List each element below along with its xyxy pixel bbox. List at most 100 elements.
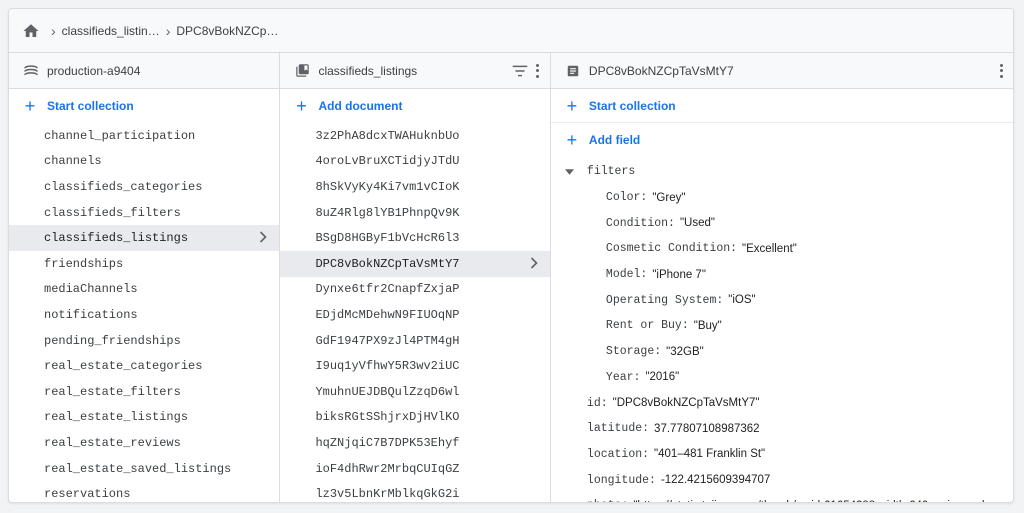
- root-panel: production-a9404 + Start collection chan…: [9, 53, 281, 502]
- document-item-label: I9uq1yVfhwY5R3wv2iUC: [315, 359, 460, 374]
- collection-item[interactable]: real_estate_saved_listings: [9, 456, 279, 482]
- field-row[interactable]: Operating System: "iOS": [551, 287, 1013, 313]
- document-item[interactable]: BSgD8HGByF1bVcHcR6l3: [280, 225, 549, 251]
- field-row[interactable]: latitude: 37.77807108987362: [551, 416, 1013, 442]
- document-item-label: 8uZ4Rlg8lYB1PhnpQv9K: [315, 205, 460, 220]
- field-key: Condition:: [605, 216, 675, 230]
- database-icon: [23, 63, 39, 79]
- document-item[interactable]: hqZNjqiC7B7DPK53Ehyf: [280, 430, 549, 456]
- collection-item-label: real_estate_categories: [44, 359, 203, 374]
- breadcrumb-document[interactable]: DPC8vBokNZCp…: [176, 24, 278, 38]
- field-row[interactable]: Condition: "Used": [551, 210, 1013, 236]
- collection-item[interactable]: pending_friendships: [9, 328, 279, 354]
- map-field-children: Color: "Grey" Condition: "Used" Cosmetic Con…: [551, 185, 1013, 391]
- collection-item[interactable]: real_estate_categories: [9, 353, 279, 379]
- field-row[interactable]: Storage: "32GB": [551, 339, 1013, 365]
- collection-item[interactable]: channels: [9, 149, 279, 175]
- plus-icon: +: [566, 95, 578, 116]
- breadcrumb: › classifieds_listin… › DPC8vBokNZCp…: [9, 9, 1013, 53]
- map-field-filters[interactable]: filters: [551, 159, 1013, 185]
- field-value: "Excellent": [742, 242, 797, 255]
- field-row[interactable]: longitude: -122.4215609394707: [551, 467, 1013, 493]
- field-value: "iOS": [728, 294, 756, 307]
- field-key: Model:: [605, 268, 648, 282]
- field-row[interactable]: location: "401–481 Franklin St": [551, 442, 1013, 468]
- more-vert-icon[interactable]: [536, 63, 540, 78]
- document-item[interactable]: GdF1947PX9zJl4PTM4gH: [280, 328, 549, 354]
- filter-icon[interactable]: [512, 64, 528, 78]
- chevron-right-icon: [259, 231, 268, 247]
- field-key: filters: [586, 165, 636, 179]
- document-item[interactable]: I9uq1yVfhwY5R3wv2iUC: [280, 353, 549, 379]
- collection-item-label: reservations: [44, 487, 131, 502]
- collection-panel-header: classifieds_listings: [280, 53, 550, 89]
- collection-item[interactable]: classifieds_filters: [9, 200, 279, 226]
- collection-item[interactable]: notifications: [9, 302, 279, 328]
- add-field-button[interactable]: + Add field: [551, 123, 1013, 157]
- collection-item[interactable]: classifieds_categories: [9, 174, 279, 200]
- collection-item-label: channel_participation: [44, 128, 196, 143]
- collection-panel: classifieds_listings + Add document 3z2P…: [280, 53, 551, 502]
- field-row[interactable]: id: "DPC8vBokNZCpTaVsMtY7": [551, 390, 1013, 416]
- collection-item[interactable]: reservations: [9, 481, 279, 502]
- caret-down-icon[interactable]: [565, 169, 575, 175]
- home-icon[interactable]: [21, 21, 41, 41]
- more-vert-icon[interactable]: [999, 63, 1003, 78]
- collection-list: channel_participation channels classifieds…: [9, 123, 280, 502]
- start-collection-label: Start collection: [47, 99, 134, 113]
- collection-item[interactable]: real_estate_reviews: [9, 430, 279, 456]
- plus-icon: +: [566, 130, 578, 150]
- document-item[interactable]: DPC8vBokNZCpTaVsMtY7: [280, 250, 550, 277]
- document-item[interactable]: ioF4dhRwr2MrbqCUIqGZ: [280, 456, 549, 482]
- field-value: "Grey": [652, 191, 686, 204]
- chevron-right-icon: ›: [165, 22, 171, 39]
- chevron-right-icon: ›: [51, 22, 56, 39]
- field-row[interactable]: Rent or Buy: "Buy": [551, 313, 1013, 339]
- document-item[interactable]: 3z2PhA8dcxTWAHuknbUo: [280, 123, 549, 149]
- document-item-label: GdF1947PX9zJl4PTM4gH: [315, 333, 460, 348]
- field-key: location:: [586, 447, 650, 461]
- document-item[interactable]: 8hSkVyKy4Ki7vm1vCIoK: [280, 174, 549, 200]
- collection-item[interactable]: friendships: [9, 251, 279, 277]
- field-row[interactable]: photo: "https://static.tojimg.com/thumb/m…: [551, 493, 1013, 502]
- document-item[interactable]: 8uZ4Rlg8lYB1PhnpQv9K: [280, 200, 549, 226]
- collection-item[interactable]: channel_participation: [9, 123, 279, 149]
- field-row[interactable]: Model: "iPhone 7": [551, 262, 1013, 288]
- document-item-label: lz3v5LbnKrMblkqGkG2i: [315, 487, 460, 502]
- plus-icon: +: [296, 96, 307, 116]
- field-key: Operating System:: [605, 293, 724, 307]
- document-item[interactable]: biksRGtSShjrxDjHVlKO: [280, 405, 549, 431]
- start-subcollection-button[interactable]: + Start collection: [550, 89, 1013, 123]
- collection-item[interactable]: mediaChannels: [9, 277, 279, 303]
- chevron-right-icon: [530, 257, 538, 273]
- document-item-label: Dynxe6tfr2CnapfZxjaP: [315, 282, 460, 297]
- collection-icon: [294, 63, 310, 79]
- field-row[interactable]: Color: "Grey": [551, 185, 1013, 211]
- document-title: DPC8vBokNZCpTaVsMtY7: [588, 63, 734, 78]
- collection-item-label: pending_friendships: [44, 333, 181, 348]
- document-item-label: BSgD8HGByF1bVcHcR6l3: [315, 231, 460, 246]
- document-item[interactable]: Dynxe6tfr2CnapfZxjaP: [280, 277, 549, 303]
- breadcrumb-collection[interactable]: classifieds_listin…: [62, 24, 160, 38]
- document-item[interactable]: YmuhnUEJDBQulZzqD6wl: [280, 379, 549, 405]
- document-panel: DPC8vBokNZCpTaVsMtY7 + Start collection …: [550, 53, 1013, 502]
- collection-item[interactable]: classifieds_listings: [9, 225, 280, 251]
- top-level-fields: id: "DPC8vBokNZCpTaVsMtY7" latitude: 37.778…: [551, 390, 1013, 502]
- add-document-button[interactable]: + Add document: [280, 89, 549, 123]
- start-collection-button[interactable]: + Start collection: [9, 89, 279, 123]
- field-value: "DPC8vBokNZCpTaVsMtY7": [612, 397, 760, 410]
- collection-item[interactable]: real_estate_listings: [9, 405, 279, 431]
- field-key: Cosmetic Condition:: [605, 242, 738, 256]
- document-item[interactable]: EDjdMcMDehwN9FIUOqNP: [280, 302, 549, 328]
- collection-item-label: real_estate_saved_listings: [44, 461, 232, 476]
- collection-item[interactable]: real_estate_filters: [9, 379, 279, 405]
- document-item[interactable]: lz3v5LbnKrMblkqGkG2i: [280, 481, 549, 502]
- field-row[interactable]: Cosmetic Condition: "Excellent": [551, 236, 1013, 262]
- field-row[interactable]: Year: "2016": [551, 365, 1013, 391]
- field-value: "Used": [679, 217, 715, 230]
- collection-item-label: classifieds_filters: [44, 205, 181, 220]
- document-panel-header: DPC8vBokNZCpTaVsMtY7: [550, 53, 1013, 89]
- document-item[interactable]: 4oroLvBruXCTidjyJTdU: [280, 149, 549, 175]
- document-icon: [565, 63, 581, 79]
- collection-item-label: mediaChannels: [44, 282, 138, 297]
